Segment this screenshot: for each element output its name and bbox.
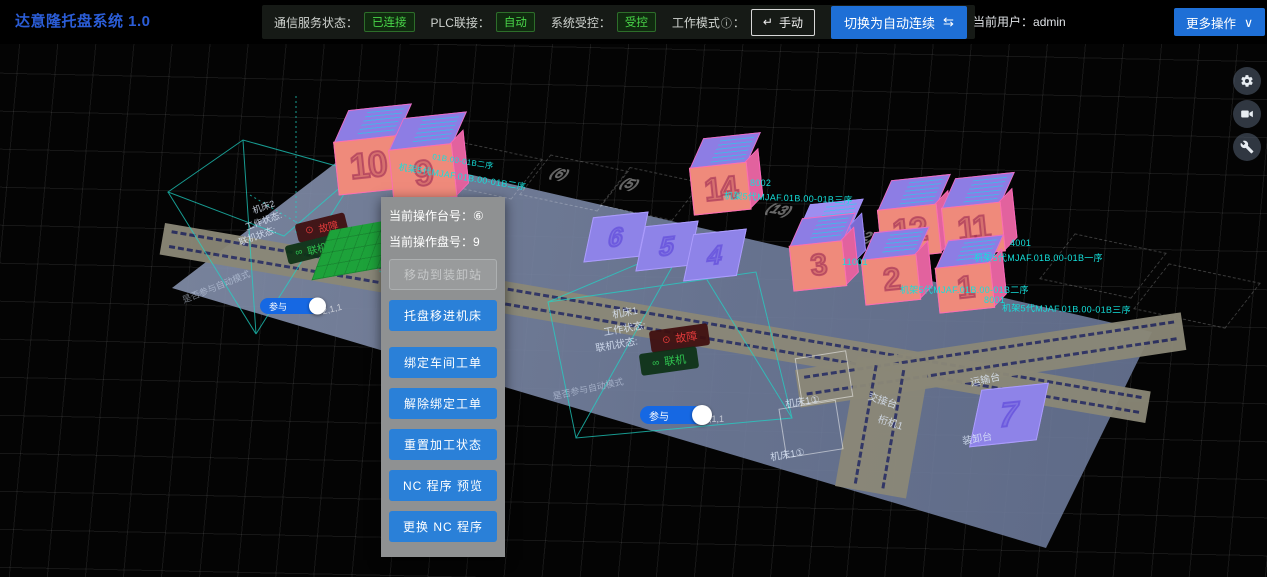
current-user: 当前用户：admin bbox=[973, 0, 1066, 44]
scene-3d-view[interactable]: 机床1① 机床1① 交接台 桁机1 运输台 装卸台 机床2 工作状态: 联机状态… bbox=[0, 44, 1267, 577]
settings-button[interactable] bbox=[1233, 67, 1261, 95]
menu-divider bbox=[389, 331, 497, 337]
move-to-loading-station-button[interactable]: 移动到装卸站 bbox=[389, 259, 497, 290]
pallet-annotation: 8002 bbox=[750, 178, 771, 188]
pallet-number: 2 bbox=[861, 254, 922, 306]
link-icon: ∞ bbox=[651, 357, 660, 369]
app-title: 达意隆托盘系统 1.0 bbox=[15, 0, 151, 44]
status-toolbar: 通信服务状态： 已连接 PLC联接： 自动 系统受控： 受控 工作模式ⓘ： ↵ … bbox=[262, 5, 975, 39]
participate-toggle[interactable]: 参与 bbox=[640, 406, 707, 424]
pallet-annotation: 机架5代MJAF.01B.00-01B二序 bbox=[900, 283, 1029, 296]
current-pallet-value: 9 bbox=[473, 235, 480, 249]
link-icon: ∞ bbox=[294, 246, 304, 258]
pallet-context-menu: 当前操作台号：⑥ 当前操作盘号：9 移动到装卸站 托盘移进机床 绑定车间工单 解… bbox=[381, 197, 505, 557]
more-actions-button[interactable]: 更多操作 ∨ bbox=[1174, 8, 1265, 36]
participate-toggle[interactable]: 参与 bbox=[260, 298, 321, 314]
current-station-value: ⑥ bbox=[473, 209, 484, 223]
work-mode-label: 工作模式ⓘ： bbox=[672, 14, 745, 31]
pallet-into-machine-button[interactable]: 托盘移进机床 bbox=[389, 300, 497, 331]
pallet-tile[interactable]: 4 bbox=[683, 229, 747, 282]
top-bar: 达意隆托盘系统 1.0 通信服务状态： 已连接 PLC联接： 自动 系统受控： … bbox=[0, 0, 1267, 44]
plc-status-label: PLC联接： bbox=[431, 14, 490, 31]
pallet-annotation: 11001 bbox=[842, 257, 868, 267]
pallet-annotation: 机架5代MJAF.01B.00-01B三序 bbox=[1002, 301, 1131, 316]
comm-status: 通信服务状态： 已连接 bbox=[274, 12, 415, 32]
info-icon: ⓘ bbox=[721, 18, 732, 30]
gear-icon bbox=[1240, 74, 1254, 88]
enter-icon: ↵ bbox=[763, 15, 773, 29]
plc-status: PLC联接： 自动 bbox=[431, 12, 535, 32]
manual-mode-button[interactable]: ↵ 手动 bbox=[751, 9, 815, 36]
plc-status-badge: 自动 bbox=[496, 12, 535, 32]
change-nc-program-button[interactable]: 更换 NC 程序 bbox=[389, 511, 497, 542]
username: admin bbox=[1033, 15, 1066, 29]
machine-coords: 1,1,1 bbox=[704, 414, 724, 424]
bind-work-order-button[interactable]: 绑定车间工单 bbox=[389, 347, 497, 378]
wrench-button[interactable] bbox=[1233, 133, 1261, 161]
system-control-status: 系统受控： 受控 bbox=[551, 12, 656, 32]
camera-button[interactable] bbox=[1233, 100, 1261, 128]
pallet-number: 3 bbox=[789, 240, 848, 291]
pallet-annotation: 4001 bbox=[1010, 238, 1031, 248]
work-mode-group: 工作模式ⓘ： ↵ 手动 bbox=[672, 9, 815, 36]
current-pallet-row: 当前操作盘号：9 bbox=[389, 233, 497, 249]
camera-icon bbox=[1240, 107, 1254, 121]
switch-icon: ⇆ bbox=[943, 14, 954, 30]
chevron-down-icon: ∨ bbox=[1244, 15, 1253, 30]
pallet-annotation: 机架5代MJAF.01B.00-01B一序 bbox=[974, 251, 1103, 264]
fault-icon: ⊙ bbox=[661, 334, 671, 346]
nc-program-preview-button[interactable]: NC 程序 预览 bbox=[389, 470, 497, 501]
reset-machining-state-button[interactable]: 重置加工状态 bbox=[389, 429, 497, 460]
current-station-row: 当前操作台号：⑥ bbox=[389, 207, 497, 223]
system-control-badge: 受控 bbox=[617, 12, 656, 32]
fault-icon: ⊙ bbox=[304, 224, 315, 237]
comm-status-badge: 已连接 bbox=[364, 12, 415, 32]
unbind-work-order-button[interactable]: 解除绑定工单 bbox=[389, 388, 497, 419]
switch-auto-continuous-button[interactable]: 切换为自动连续 ⇆ bbox=[831, 6, 967, 39]
comm-status-label: 通信服务状态： bbox=[274, 14, 358, 31]
system-control-label: 系统受控： bbox=[551, 14, 611, 31]
wrench-icon bbox=[1240, 140, 1254, 154]
